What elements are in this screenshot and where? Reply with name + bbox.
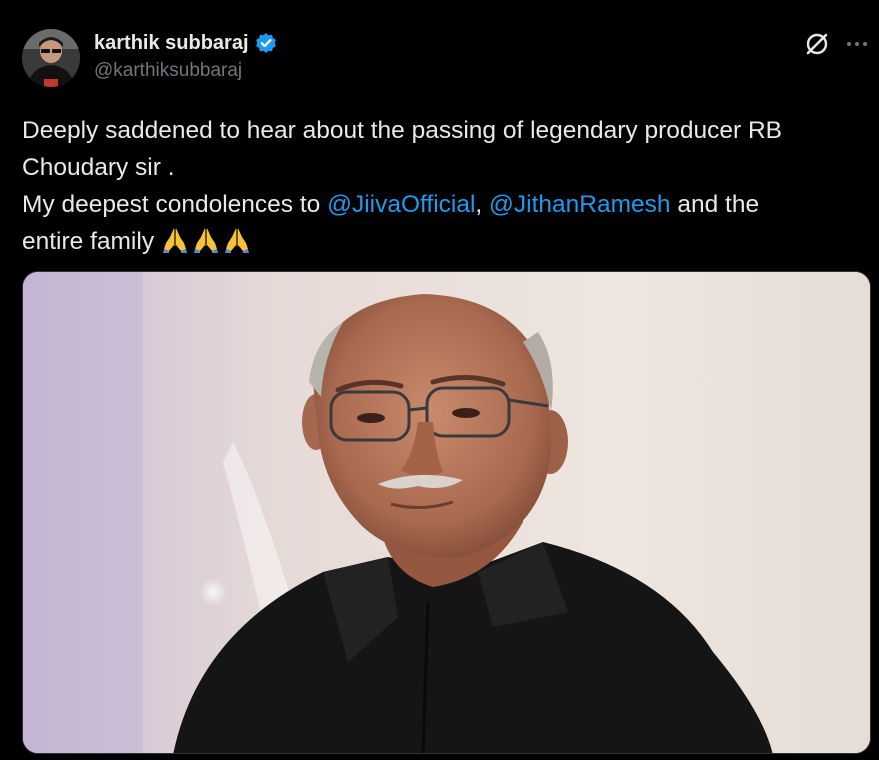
- verified-badge-icon[interactable]: [255, 32, 277, 54]
- tweet-text-prefix: My deepest condolences to: [22, 191, 328, 218]
- folded-hands-icon: [223, 225, 251, 253]
- author-handle[interactable]: @karthiksubbaraj: [94, 60, 242, 82]
- mention-jiivaofficial[interactable]: @JiivaOfficial: [327, 191, 475, 218]
- tweet-text-separator: ,: [475, 191, 490, 218]
- avatar[interactable]: [22, 29, 80, 87]
- folded-hands-icon: [161, 225, 189, 253]
- tweet-text: Deeply saddened to hear about the passin…: [22, 112, 872, 260]
- tweet-card: karthik subbaraj @karthiksubbaraj Deeply…: [0, 0, 879, 760]
- folded-hands-icon: [192, 225, 220, 253]
- portrait-photo: [23, 272, 870, 753]
- tweet-text-line-1: Deeply saddened to hear about the passin…: [22, 117, 783, 144]
- tweet-text-line-4: entire family: [22, 223, 872, 260]
- mention-jithanramesh[interactable]: @JithanRamesh: [489, 191, 670, 218]
- tweet-text-line-3: My deepest condolences to @JiivaOfficial…: [22, 186, 872, 223]
- tweet-text-suffix: and the: [670, 191, 760, 218]
- grok-icon[interactable]: [803, 30, 831, 58]
- author-name-row: karthik subbaraj: [94, 30, 277, 56]
- author-display-name[interactable]: karthik subbaraj: [94, 32, 249, 55]
- tweet-photo[interactable]: [22, 271, 871, 754]
- tweet-text-line-2: Choudary sir .: [22, 154, 175, 181]
- tweet-text-line-4-text: entire family: [22, 228, 155, 255]
- more-dots-icon[interactable]: [843, 30, 871, 58]
